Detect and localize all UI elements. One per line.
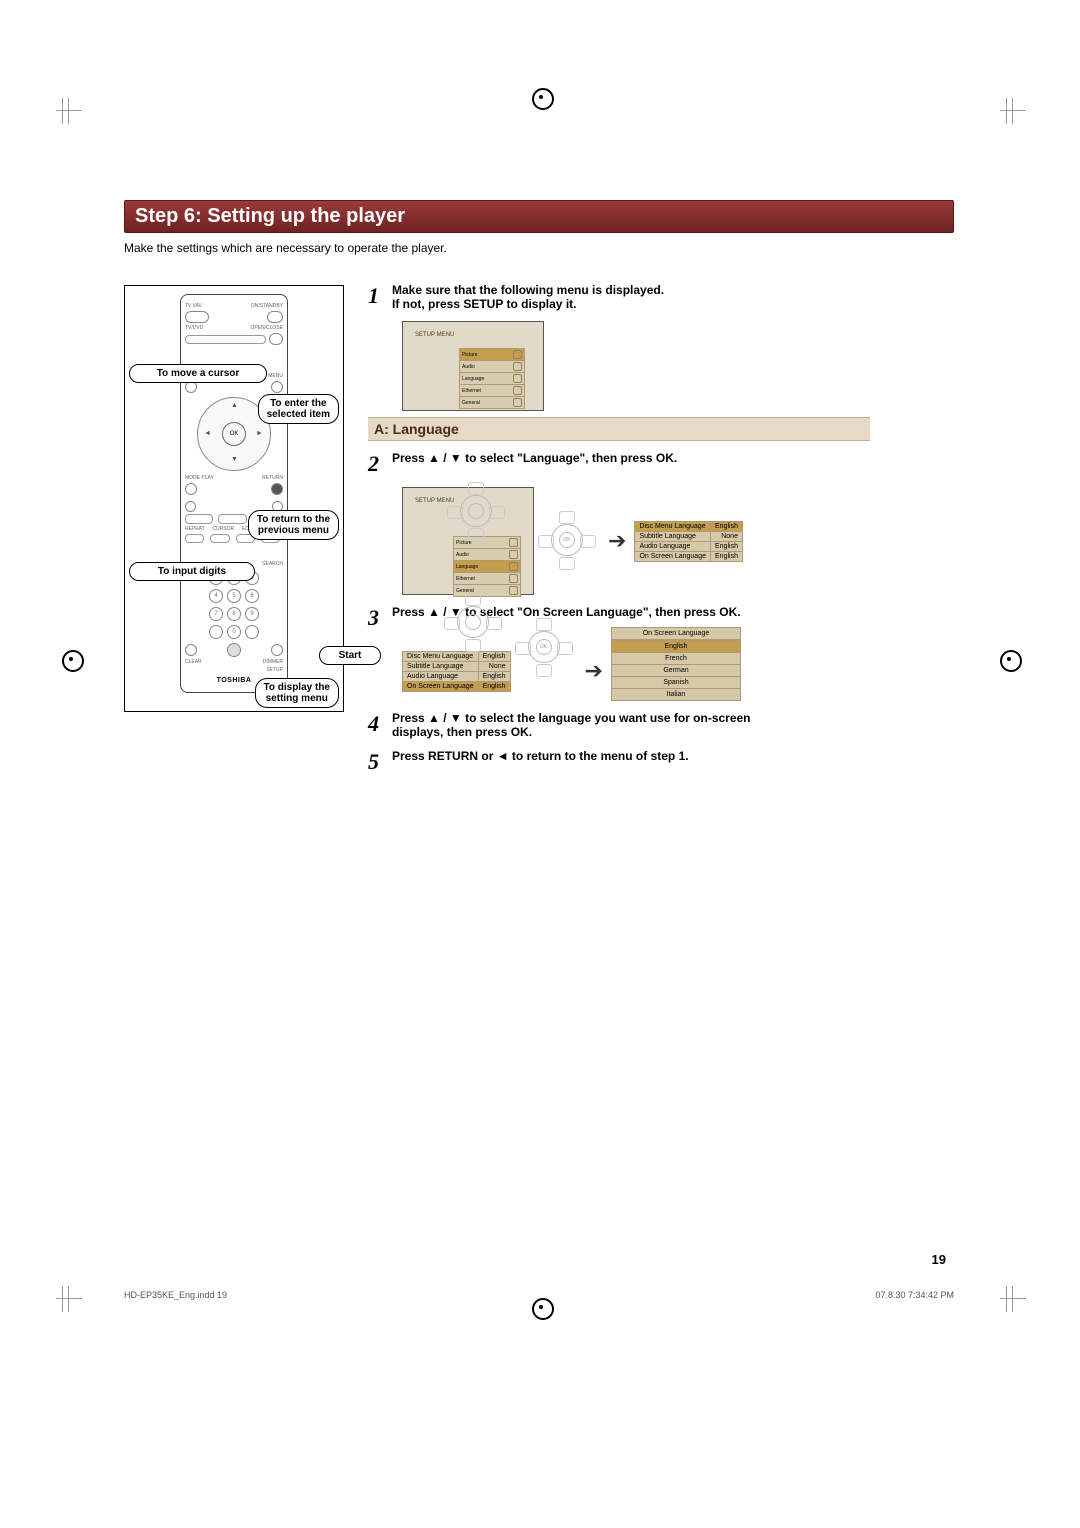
registration-mark bbox=[62, 650, 84, 672]
crop-mark bbox=[1000, 1286, 1026, 1312]
step-number-5: 5 bbox=[368, 749, 392, 775]
registration-mark bbox=[532, 1298, 554, 1320]
arrow-right-icon: ➔ bbox=[608, 528, 626, 554]
callout-return-prev: To return to the previous menu bbox=[248, 510, 339, 540]
crop-mark bbox=[56, 1286, 82, 1312]
arrow-right-icon: ➔ bbox=[585, 658, 603, 684]
remote-pad-icon bbox=[444, 593, 502, 653]
step-number-3: 3 bbox=[368, 605, 392, 631]
lead-text: Make the settings which are necessary to… bbox=[124, 241, 954, 255]
registration-mark bbox=[532, 88, 554, 110]
step-1-text: Make sure that the following menu is dis… bbox=[392, 283, 954, 311]
setup-menu-screenshot-1: SETUP MENU Picture Audio Language Ethern… bbox=[402, 321, 544, 411]
section-a-heading: A: Language bbox=[368, 417, 870, 441]
callout-enter-selected: To enter the selected item bbox=[258, 394, 339, 424]
callout-move-cursor: To move a cursor bbox=[129, 364, 267, 383]
step-5-text: Press RETURN or ◄ to return to the menu … bbox=[392, 749, 954, 763]
remote-pad-icon: OK bbox=[515, 618, 573, 678]
remote-diagram: TV I/AVON/STANDBY TV/DVDOPEN/CLOSE TOPME… bbox=[124, 285, 344, 712]
page-number: 19 bbox=[932, 1252, 946, 1267]
step-2-text: Press ▲ / ▼ to select "Language", then p… bbox=[392, 451, 954, 465]
callout-display-menu: To display the setting menu bbox=[255, 678, 340, 708]
language-panel-2: Disc Menu LanguageEnglish Subtitle Langu… bbox=[402, 651, 511, 692]
remote-pad-icon: OK bbox=[538, 511, 596, 571]
registration-mark bbox=[1000, 650, 1022, 672]
step-number-1: 1 bbox=[368, 283, 392, 309]
crop-mark bbox=[56, 98, 82, 124]
crop-mark bbox=[1000, 98, 1026, 124]
footer: HD-EP35KE_Eng.indd 19 07.8.30 7:34:42 PM bbox=[124, 1290, 954, 1300]
setup-menu-screenshot-2: SETUP MENU Picture Audio Language Ethern… bbox=[402, 487, 534, 595]
section-header: Step 6: Setting up the player bbox=[124, 200, 954, 233]
step-number-2: 2 bbox=[368, 451, 392, 477]
step-4-text: Press ▲ / ▼ to select the language you w… bbox=[392, 711, 954, 739]
callout-input-digits: To input digits bbox=[129, 562, 255, 581]
language-option-list: On Screen Language English French German… bbox=[611, 627, 741, 701]
callout-start: Start bbox=[319, 646, 381, 665]
step-number-4: 4 bbox=[368, 711, 392, 737]
language-panel: Disc Menu LanguageEnglish Subtitle Langu… bbox=[634, 521, 743, 562]
